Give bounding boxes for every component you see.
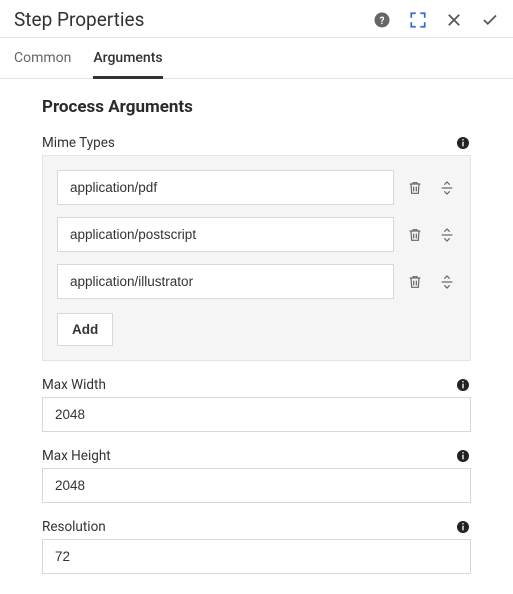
mime-type-input[interactable] — [57, 170, 394, 205]
mime-row — [57, 264, 456, 299]
reorder-icon[interactable] — [438, 179, 456, 197]
field-label-row: Max Width — [42, 377, 471, 393]
mime-row — [57, 217, 456, 252]
fullscreen-icon[interactable] — [409, 11, 427, 29]
mime-types-label-row: Mime Types — [42, 135, 471, 151]
close-icon[interactable] — [445, 11, 463, 29]
help-icon[interactable]: ? — [373, 11, 391, 29]
add-button[interactable]: Add — [57, 313, 113, 346]
tab-content: Process Arguments Mime Types — [0, 79, 513, 594]
step-properties-panel: Step Properties ? Common Arguments Proce… — [0, 0, 513, 594]
trash-icon[interactable] — [406, 179, 424, 197]
max-height-field: Max Height — [42, 448, 471, 503]
reorder-icon[interactable] — [438, 273, 456, 291]
resolution-input[interactable] — [42, 539, 471, 574]
mime-types-label: Mime Types — [42, 135, 115, 151]
mime-row-actions — [406, 226, 456, 244]
mime-row-actions — [406, 273, 456, 291]
info-icon[interactable] — [455, 519, 471, 535]
max-width-input[interactable] — [42, 397, 471, 432]
header-action-group: ? — [373, 11, 499, 29]
mime-row — [57, 170, 456, 205]
max-height-label: Max Height — [42, 448, 111, 464]
section-title: Process Arguments — [42, 97, 471, 117]
mime-row-actions — [406, 179, 456, 197]
mime-type-input[interactable] — [57, 264, 394, 299]
trash-icon[interactable] — [406, 226, 424, 244]
confirm-icon[interactable] — [481, 11, 499, 29]
mime-types-multifield: Add — [42, 155, 471, 361]
panel-header: Step Properties ? — [0, 0, 513, 37]
panel-title: Step Properties — [14, 8, 373, 31]
info-icon[interactable] — [455, 448, 471, 464]
resolution-field: Resolution — [42, 519, 471, 574]
tab-common[interactable]: Common — [14, 38, 71, 79]
tab-bar: Common Arguments — [0, 38, 513, 79]
max-width-label: Max Width — [42, 377, 106, 393]
info-icon[interactable] — [455, 135, 471, 151]
field-label-row: Resolution — [42, 519, 471, 535]
max-width-field: Max Width — [42, 377, 471, 432]
tab-arguments[interactable]: Arguments — [93, 38, 162, 79]
max-height-input[interactable] — [42, 468, 471, 503]
trash-icon[interactable] — [406, 273, 424, 291]
reorder-icon[interactable] — [438, 226, 456, 244]
field-label-row: Max Height — [42, 448, 471, 464]
mime-type-input[interactable] — [57, 217, 394, 252]
resolution-label: Resolution — [42, 519, 106, 535]
info-icon[interactable] — [455, 377, 471, 393]
svg-text:?: ? — [380, 15, 385, 26]
